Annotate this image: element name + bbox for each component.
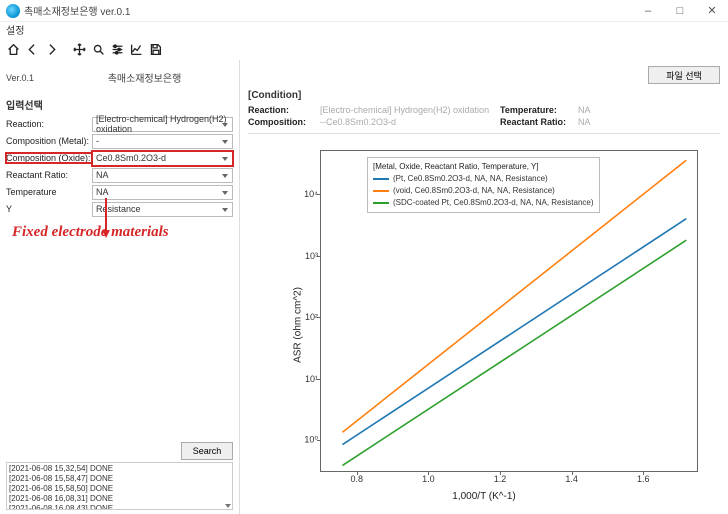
cond-comp-val: --Ce0.8Sm0.2O3-d xyxy=(320,117,500,127)
chart-ylabel: ASR (ohm cm^2) xyxy=(292,287,303,363)
legend-label: (void, Ce0.8Sm0.2O3-d, NA, NA, Resistanc… xyxy=(393,185,555,197)
row-reaction: Reaction: [Electro-chemical] Hydrogen(H2… xyxy=(6,116,233,132)
move-icon[interactable] xyxy=(70,40,88,58)
chart-ytick: 10³ xyxy=(305,251,321,261)
legend-title: [Metal, Oxide, Reactant Ratio, Temperatu… xyxy=(373,161,594,173)
chart-icon[interactable] xyxy=(127,40,145,58)
close-button[interactable]: ✕ xyxy=(696,0,728,22)
label-temperature: Temperature xyxy=(6,187,92,197)
minimize-button[interactable]: – xyxy=(632,0,664,22)
back-icon[interactable] xyxy=(23,40,41,58)
menu-bar[interactable]: 설정 xyxy=(0,22,728,38)
cond-reaction-key: Reaction: xyxy=(248,105,320,115)
select-y[interactable]: Resistance xyxy=(92,202,233,217)
chart-ytick: 10² xyxy=(305,312,321,322)
row-comp-oxide: Composition (Oxide): Ce0.8Sm0.2O3-d xyxy=(6,150,233,166)
left-panel: Ver.0.1 촉매소재정보은행 입력선택 Reaction: [Electro… xyxy=(0,60,240,514)
chart-xtick: 1.4 xyxy=(565,471,578,484)
legend-label: (SDC-coated Pt, Ce0.8Sm0.2O3-d, NA, NA, … xyxy=(393,197,594,209)
chart-plotarea: [Metal, Oxide, Reactant Ratio, Temperatu… xyxy=(320,150,698,472)
maximize-button[interactable]: □ xyxy=(664,0,696,22)
app-icon xyxy=(6,4,20,18)
legend-label: (Pt, Ce0.8Sm0.2O3-d, NA, NA, Resistance) xyxy=(393,173,548,185)
cond-temp-key: Temperature: xyxy=(500,105,578,115)
zoom-icon[interactable] xyxy=(89,40,107,58)
select-comp-metal[interactable]: - xyxy=(92,134,233,149)
label-comp-metal: Composition (Metal): xyxy=(6,136,92,146)
app-title: 촉매소재정보은행 xyxy=(56,70,233,85)
right-panel: 파일 선택 [Condition] Reaction: [Electro-che… xyxy=(240,60,728,514)
chart-xtick: 0.8 xyxy=(351,471,364,484)
save-icon[interactable] xyxy=(146,40,164,58)
select-reaction[interactable]: [Electro-chemical] Hydrogen(H2) oxidatio… xyxy=(92,117,233,132)
row-temperature: Temperature NA xyxy=(6,184,233,200)
row-comp-metal: Composition (Metal): - xyxy=(6,133,233,149)
row-reactant-ratio: Reactant Ratio: NA xyxy=(6,167,233,183)
select-comp-oxide[interactable]: Ce0.8Sm0.2O3-d xyxy=(92,151,233,166)
cond-comp-key: Composition: xyxy=(248,117,320,127)
log-line: [2021-06-08 15,58,47] DONE xyxy=(9,474,230,484)
legend-swatch xyxy=(373,202,389,204)
chart-ytick: 10⁴ xyxy=(304,189,321,199)
file-select-button[interactable]: 파일 선택 xyxy=(648,66,720,84)
label-reaction: Reaction: xyxy=(6,119,92,129)
titlebar: 촉매소재정보은행 ver.0.1 – □ ✕ xyxy=(0,0,728,22)
window-title: 촉매소재정보은행 ver.0.1 xyxy=(24,3,632,18)
label-y: Y xyxy=(6,204,92,214)
condition-title: [Condition] xyxy=(248,90,720,101)
log-line: [2021-06-08 15,32,54] DONE xyxy=(9,464,230,474)
legend-swatch xyxy=(373,190,389,192)
version-label: Ver.0.1 xyxy=(6,73,56,83)
label-comp-oxide: Composition (Oxide): xyxy=(6,153,92,163)
chart-ytick: 10⁰ xyxy=(304,435,321,446)
row-y: Y Resistance xyxy=(6,201,233,217)
cond-temp-val: NA xyxy=(578,105,618,115)
condition-block: [Condition] Reaction: [Electro-chemical]… xyxy=(248,90,720,134)
cond-ratio-key: Reactant Ratio: xyxy=(500,117,578,127)
log-line: [2021-06-08 15,58,50] DONE xyxy=(9,484,230,494)
chart: ASR (ohm cm^2) 1,000/T (K^-1) [Metal, Ox… xyxy=(248,140,720,510)
search-button[interactable]: Search xyxy=(181,442,233,460)
log-line: [2021-06-08 16,08,31] DONE xyxy=(9,494,230,504)
chart-legend: [Metal, Oxide, Reactant Ratio, Temperatu… xyxy=(367,157,600,213)
cond-reaction-val: [Electro-chemical] Hydrogen(H2) oxidatio… xyxy=(320,105,500,115)
select-temperature[interactable]: NA xyxy=(92,185,233,200)
chart-xlabel: 1,000/T (K^-1) xyxy=(452,491,515,502)
toolbar xyxy=(0,38,728,60)
chart-xtick: 1.0 xyxy=(422,471,435,484)
forward-icon[interactable] xyxy=(42,40,60,58)
log-line: [2021-06-08 16,08,43] DONE xyxy=(9,504,230,510)
label-reactant-ratio: Reactant Ratio: xyxy=(6,170,92,180)
home-icon[interactable] xyxy=(4,40,22,58)
log-textarea[interactable]: [2021-06-08 15,32,54] DONE [2021-06-08 1… xyxy=(6,462,233,510)
chart-ytick: 10¹ xyxy=(305,374,321,384)
input-section-label: 입력선택 xyxy=(6,97,233,112)
select-reactant-ratio[interactable]: NA xyxy=(92,168,233,183)
chart-xtick: 1.2 xyxy=(494,471,507,484)
cond-ratio-val: NA xyxy=(578,117,618,127)
chart-xtick: 1.6 xyxy=(637,471,650,484)
legend-swatch xyxy=(373,178,389,180)
settings-icon[interactable] xyxy=(108,40,126,58)
annotation-text: Fixed electrode materials xyxy=(6,224,233,241)
